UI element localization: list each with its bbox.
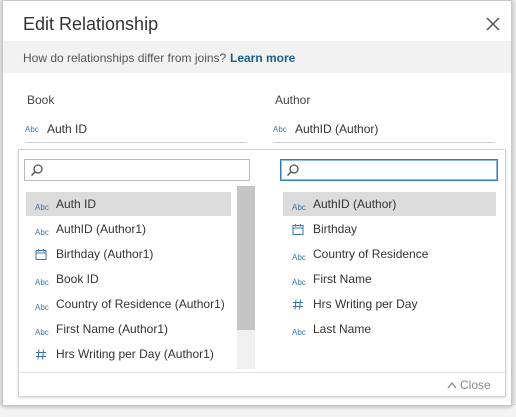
list-item-label: Birthday [313,222,358,236]
right-search-box[interactable] [280,159,498,181]
list-item-label: Last Name [313,322,372,336]
abc-icon: Abc [35,278,49,287]
list-item[interactable]: Birthday (Author1) [26,242,231,266]
field-picker-panel: Abc Auth ID Abc AuthID (Author1) Birthday (A… [18,149,506,397]
list-item-label: Auth ID [56,197,97,211]
abc-icon: Abc [292,328,306,337]
list-item[interactable]: Abc Auth ID [26,192,231,216]
left-field-selector[interactable]: Abc Auth ID [25,115,247,143]
list-item[interactable]: Abc Book ID [26,267,231,291]
list-item[interactable]: Abc First Name [283,267,496,291]
abc-icon: Abc [273,125,287,134]
list-item-label: First Name (Author1) [56,322,169,336]
search-icon [30,164,43,177]
right-search-input[interactable] [303,162,487,180]
abc-icon: Abc [292,203,306,212]
list-item-label: Hrs Writing per Day (Author1) [56,347,214,361]
footer-divider [19,372,505,373]
learn-more-link[interactable]: Learn more [230,51,295,65]
list-item[interactable]: Abc Country of Residence (Author1) [26,292,231,316]
list-item-label: AuthID (Author) [313,197,397,211]
abc-icon: Abc [35,203,49,212]
abc-icon: Abc [35,328,49,337]
close-button-label: Close [460,378,491,392]
hash-icon [292,299,308,311]
chevron-up-icon [447,381,457,389]
hash-icon [35,349,51,361]
list-item[interactable]: Abc Country of Residence [283,242,496,266]
list-item-label: Country of Residence [313,247,429,261]
list-item-label: Country of Residence (Author1) [56,297,225,311]
list-item-label: Hrs Writing per Day [313,297,418,311]
list-item-label: Birthday (Author1) [56,247,154,261]
list-item[interactable]: Abc AuthID (Author) [283,192,496,216]
abc-icon: Abc [292,278,306,287]
close-icon[interactable] [485,16,501,32]
left-list-scrollbar[interactable] [237,186,255,369]
abc-icon: Abc [25,125,39,134]
list-item-label: AuthID (Author1) [56,222,147,236]
list-item[interactable]: Hrs Writing per Day [283,292,496,316]
list-item-label: Book ID [56,272,99,286]
list-item[interactable]: Hrs Writing per Day (Author1) [26,342,231,366]
abc-icon: Abc [292,253,306,262]
info-bar: How do relationships differ from joins? … [3,41,511,73]
list-item[interactable]: Birthday [283,217,496,241]
calendar-icon [292,224,308,236]
close-button[interactable]: Close [447,378,491,392]
list-item[interactable]: Abc First Name (Author1) [26,317,231,341]
list-item-label: First Name [313,272,372,286]
list-item[interactable]: Abc AuthID (Author1) [26,217,231,241]
left-search-box[interactable] [24,159,250,181]
right-selected-field: AuthID (Author) [295,122,379,136]
info-text: How do relationships differ from joins? [23,51,227,65]
left-search-input[interactable] [47,162,231,180]
edit-relationship-dialog: Edit Relationship How do relationships d… [2,0,512,406]
abc-icon: Abc [35,228,49,237]
left-selected-field: Auth ID [47,122,88,136]
scrollbar-thumb[interactable] [237,186,255,330]
right-field-selector[interactable]: Abc AuthID (Author) [273,115,495,143]
left-table-label: Book [27,93,55,107]
calendar-icon [35,249,51,261]
list-item[interactable]: Abc Last Name [283,317,496,341]
dialog-title: Edit Relationship [23,14,159,34]
search-icon [286,164,299,177]
right-table-label: Author [275,93,311,107]
abc-icon: Abc [35,303,49,312]
